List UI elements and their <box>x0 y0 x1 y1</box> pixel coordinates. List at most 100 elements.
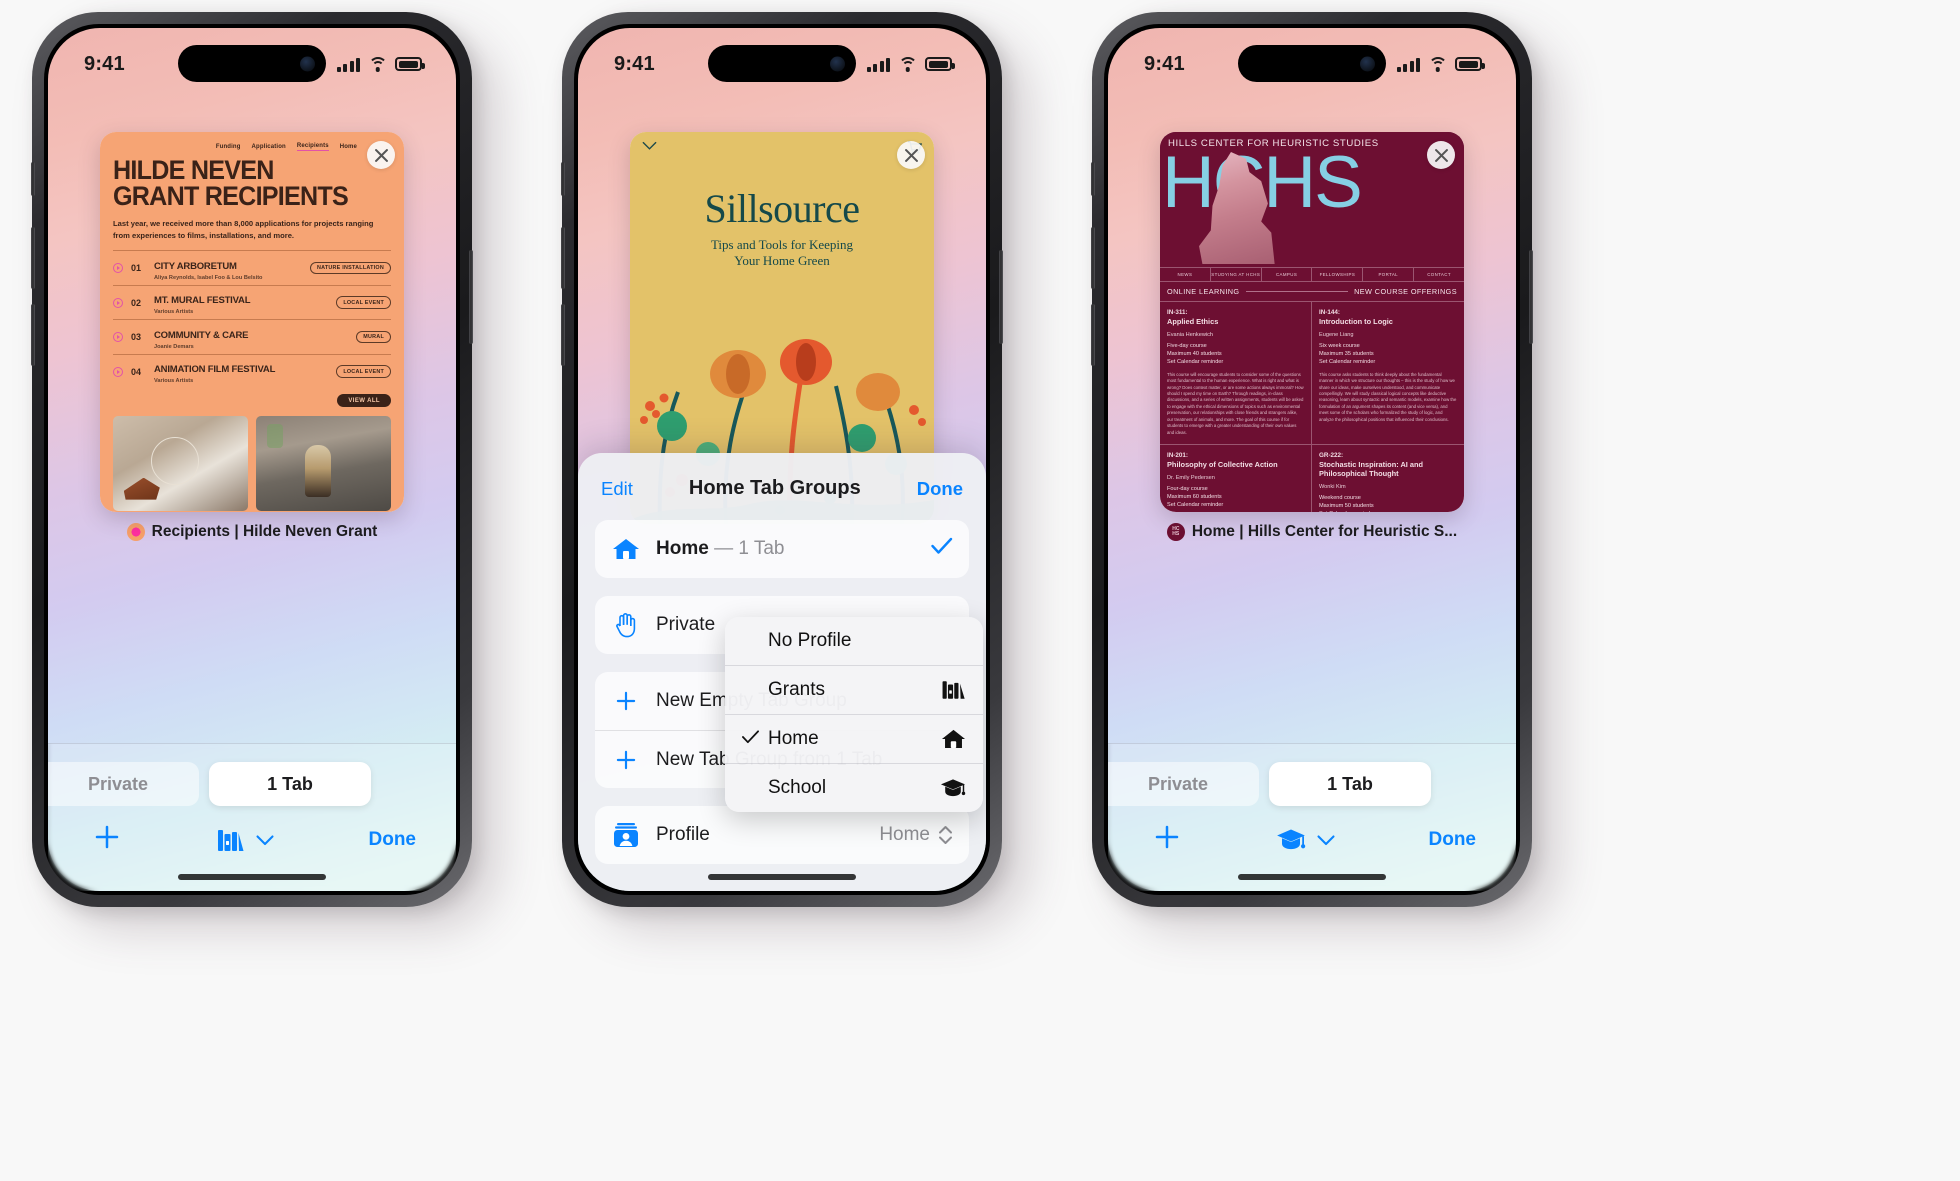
tab-preview-hchs[interactable]: HILLS CENTER FOR HEURISTIC STUDIES HCHS … <box>1160 132 1464 512</box>
wifi-icon <box>1428 56 1447 72</box>
site-nav[interactable]: NEWS STUDYING AT HCHS CAMPUS FELLOWSHIPS… <box>1160 267 1464 282</box>
menu-item-home[interactable]: Home <box>725 714 983 763</box>
power-button[interactable] <box>469 250 473 344</box>
course-code: IN-201: <box>1167 452 1188 460</box>
profile-value[interactable]: Home <box>879 824 953 846</box>
chevron-down-icon[interactable] <box>642 141 657 151</box>
front-camera-icon <box>830 56 845 71</box>
phone-3: 9:41 HILLS CENTER FOR HEURISTIC STUDIES … <box>1091 12 1533 907</box>
home-indicator[interactable] <box>178 874 326 880</box>
close-tab-button[interactable] <box>367 141 395 169</box>
home-indicator[interactable] <box>1238 874 1386 880</box>
tab-preview-hilde[interactable]: Funding Application Recipients Home HILD… <box>100 132 404 512</box>
gallery-photo[interactable] <box>113 416 248 512</box>
volume-down-button[interactable] <box>1091 304 1095 366</box>
volume-down-button[interactable] <box>561 304 565 366</box>
section-label-right: NEW COURSE OFFERINGS <box>1354 287 1457 296</box>
nav-campus[interactable]: CAMPUS <box>1262 268 1313 281</box>
checkmark-icon <box>931 537 953 561</box>
recipient-row[interactable]: 03 COMMUNITY & CARE Joanie Demars MURAL <box>113 319 391 354</box>
dynamic-island <box>1238 45 1386 82</box>
close-tab-button[interactable] <box>1427 141 1455 169</box>
menu-item-no-profile[interactable]: No Profile <box>725 617 983 665</box>
site-nav[interactable]: Funding Application Recipients Home <box>113 143 391 151</box>
tab-count-button[interactable]: 1 Tab <box>209 762 371 806</box>
volume-up-button[interactable] <box>31 227 35 289</box>
home-indicator[interactable] <box>708 874 856 880</box>
section-rule <box>1245 291 1349 292</box>
close-tab-button[interactable] <box>897 141 925 169</box>
new-tab-button[interactable] <box>1152 822 1182 858</box>
status-indicators <box>336 56 425 72</box>
hchs-hero: HILLS CENTER FOR HEURISTIC STUDIES HCHS <box>1160 132 1464 267</box>
phone-1-bezel: 9:41 Funding Application Recipients Home… <box>44 24 460 895</box>
tab-card-3[interactable]: HILLS CENTER FOR HEURISTIC STUDIES HCHS … <box>1160 132 1464 541</box>
view-all-button[interactable]: VIEW ALL <box>337 394 391 408</box>
course-instructor: Evania Henkewich <box>1167 331 1214 338</box>
section-header: ONLINE LEARNING NEW COURSE OFFERINGS <box>1160 282 1464 301</box>
nav-contact[interactable]: CONTACT <box>1414 268 1464 281</box>
volume-down-button[interactable] <box>31 304 35 366</box>
graduation-cap-icon <box>1276 829 1305 850</box>
done-button[interactable]: Done <box>917 478 963 500</box>
front-camera-icon <box>1360 56 1375 71</box>
nav-funding[interactable]: Funding <box>216 144 241 150</box>
volume-up-button[interactable] <box>1091 227 1095 289</box>
phone-3-screen: 9:41 HILLS CENTER FOR HEURISTIC STUDIES … <box>1108 28 1516 891</box>
tab-card-1[interactable]: Funding Application Recipients Home HILD… <box>100 132 404 541</box>
edit-button[interactable]: Edit <box>601 478 633 500</box>
silent-switch[interactable] <box>1091 162 1095 196</box>
nav-portal[interactable]: PORTAL <box>1363 268 1415 281</box>
course-grid: IN-311: Applied Ethics Evania Henkewich … <box>1160 301 1464 512</box>
status-time: 9:41 <box>84 52 125 75</box>
page-title-line1: HILDE NEVEN <box>113 155 274 185</box>
recipient-title: ANIMATION FILM FESTIVAL <box>154 364 276 376</box>
menu-item-school[interactable]: School <box>725 763 983 812</box>
books-icon <box>217 830 244 851</box>
profile-label: Profile <box>656 824 710 845</box>
tab-group-button[interactable] <box>217 827 274 853</box>
contact-card-icon <box>611 822 641 848</box>
course-instructor: Wonki Kim <box>1319 483 1346 490</box>
nav-home[interactable]: Home <box>340 144 357 150</box>
done-button[interactable]: Done <box>1429 829 1477 851</box>
nav-studying-at-hchs[interactable]: STUDYING AT HCHS <box>1211 268 1262 281</box>
course-card[interactable]: IN-311: Applied Ethics Evania Henkewich … <box>1160 301 1312 445</box>
favicon-icon <box>126 523 145 541</box>
recipient-artists: Various Artists <box>154 378 194 385</box>
recipient-row[interactable]: 02 MT. MURAL FESTIVAL Various Artists LO… <box>113 284 391 320</box>
private-tabs-button[interactable]: Private <box>48 762 199 806</box>
recipient-number: 01 <box>131 263 142 274</box>
nav-recipients[interactable]: Recipients <box>296 143 329 151</box>
silent-switch[interactable] <box>31 162 35 196</box>
menu-item-grants[interactable]: Grants <box>725 665 983 714</box>
course-card[interactable]: GR-222: Stochastic Inspiration: AI and P… <box>1312 444 1464 512</box>
page-title: Sillsource <box>704 186 860 231</box>
tab-group-button[interactable] <box>1276 827 1335 853</box>
page-subtitle-line1: Tips and Tools for Keeping <box>710 237 854 252</box>
new-tab-button[interactable] <box>92 822 122 858</box>
phone-2-bezel: 9:41 Sillsource Tips and Tools for Keepi… <box>574 24 990 895</box>
power-button[interactable] <box>1529 250 1533 344</box>
course-meta: Four-day course Maximum 60 students Set … <box>1167 485 1224 508</box>
private-tabs-button[interactable]: Private <box>1108 762 1259 806</box>
gallery-photo[interactable] <box>256 416 391 512</box>
recipient-row[interactable]: 01 CITY ARBORETUM Aliya Reynolds, Isabel… <box>113 250 391 285</box>
recipient-row[interactable]: 04 ANIMATION FILM FESTIVAL Various Artis… <box>113 353 391 389</box>
recipient-tag: LOCAL EVENT <box>336 365 391 378</box>
nav-application[interactable]: Application <box>252 144 286 150</box>
tab-group-row-home[interactable]: Home — 1 Tab <box>595 520 969 578</box>
course-card[interactable]: IN-201: Philosophy of Collective Action … <box>1160 444 1312 512</box>
done-button[interactable]: Done <box>369 829 417 851</box>
nav-news[interactable]: NEWS <box>1160 268 1211 281</box>
power-button[interactable] <box>999 250 1003 344</box>
profile-row[interactable]: Profile Home <box>595 806 969 864</box>
graduation-cap-icon <box>940 777 966 799</box>
volume-up-button[interactable] <box>561 227 565 289</box>
tab-segmented-control: Private 1 Tab <box>1108 744 1516 806</box>
course-card[interactable]: IN-144: Introduction to Logic Eugene Lia… <box>1312 301 1464 444</box>
tab-count-button[interactable]: 1 Tab <box>1269 762 1431 806</box>
silent-switch[interactable] <box>561 162 565 196</box>
photo-gallery <box>113 416 391 512</box>
nav-fellowships[interactable]: FELLOWSHIPS <box>1312 268 1364 281</box>
